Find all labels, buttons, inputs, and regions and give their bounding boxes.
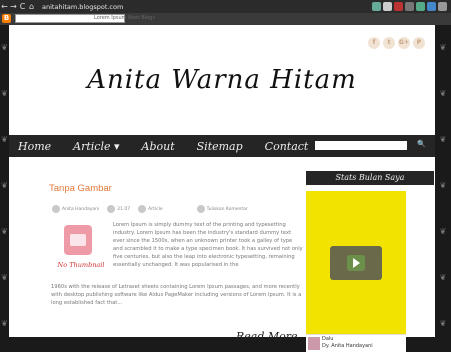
- facebook-icon[interactable]: f: [368, 37, 380, 49]
- post-author[interactable]: Anita Handayani: [62, 207, 99, 212]
- blogger-logo-icon[interactable]: B: [2, 14, 11, 23]
- floral-pattern-left: ❦ ❦ ❦ ❦ ❦ ❦ ❦: [1, 43, 8, 328]
- clock-icon: [107, 205, 116, 213]
- google-plus-icon[interactable]: G+: [398, 37, 410, 49]
- nav-sitemap[interactable]: Sitemap: [197, 140, 243, 153]
- star-icon[interactable]: [383, 2, 392, 11]
- blogger-search-placeholder: Lorem Ipsum: [94, 15, 127, 21]
- sidebar-widget-title: Stats Bulan Saya: [306, 171, 434, 185]
- post-meta: Anita Handayani 21.07 Article Tuliskan K…: [52, 205, 256, 213]
- video-preview[interactable]: [330, 246, 382, 280]
- next-blog-link[interactable]: Next Blog»: [128, 15, 155, 21]
- back-icon[interactable]: ←: [0, 2, 9, 11]
- author-icon: [52, 205, 60, 213]
- pinterest-icon[interactable]: P: [413, 37, 425, 49]
- extension-icon[interactable]: [372, 2, 381, 11]
- home-icon[interactable]: ⌂: [27, 2, 36, 11]
- post-excerpt-cont: 1960s with the release of Letraset sheet…: [51, 284, 302, 306]
- nav-home[interactable]: Home: [18, 140, 51, 153]
- extension-icon[interactable]: [394, 2, 403, 11]
- extension-icon[interactable]: [405, 2, 414, 11]
- search-icon[interactable]: 🔍: [417, 140, 426, 148]
- reload-icon[interactable]: C: [18, 2, 27, 11]
- post-date: 21.07: [117, 206, 131, 212]
- thumbnail-label: No Thumbnail: [57, 261, 105, 269]
- extension-icon[interactable]: [416, 2, 425, 11]
- sidebar-video[interactable]: Dalu Dy. Anita Handayani: [306, 191, 406, 352]
- main-nav: Home Article ▾ About Sitemap Contact 🔍: [9, 135, 435, 157]
- post-comments-link[interactable]: Tuliskan Komentar: [207, 207, 248, 212]
- blogger-navbar: B Lorem Ipsum Next Blog»: [0, 13, 451, 25]
- post-thumbnail[interactable]: No Thumbnail: [51, 219, 111, 281]
- comment-icon: [196, 205, 205, 213]
- menu-icon[interactable]: [438, 2, 447, 11]
- play-icon[interactable]: [347, 255, 365, 271]
- nav-article[interactable]: Article ▾: [73, 140, 119, 153]
- forward-icon[interactable]: →: [9, 2, 18, 11]
- extension-icons: [372, 2, 447, 11]
- blog-page: f t G+ P Anita Warna Hitam Home Article …: [9, 25, 435, 352]
- avatar: [308, 337, 320, 350]
- post-excerpt: Lorem Ipsum is simply dummy text of the …: [113, 222, 303, 268]
- twitter-icon[interactable]: t: [383, 37, 395, 49]
- post-label[interactable]: Article: [148, 207, 162, 212]
- floral-pattern-right: ❦ ❦ ❦ ❦ ❦ ❦ ❦: [439, 43, 447, 328]
- nav-search-input[interactable]: [315, 141, 407, 150]
- blog-title[interactable]: Anita Warna Hitam: [9, 65, 435, 95]
- extension-icon[interactable]: [427, 2, 436, 11]
- nav-about[interactable]: About: [142, 140, 175, 153]
- camera-icon: [64, 225, 92, 255]
- address-bar[interactable]: anitahitam.blogspot.com: [42, 3, 123, 11]
- label-icon: [138, 205, 147, 213]
- social-icons: f t G+ P: [368, 37, 425, 49]
- browser-toolbar: ← → C ⌂ anitahitam.blogspot.com: [0, 0, 451, 13]
- nav-contact[interactable]: Contact: [265, 140, 309, 153]
- post-title[interactable]: Tanpa Gambar: [49, 183, 112, 194]
- video-subtitle: Dy. Anita Handayani: [322, 343, 373, 349]
